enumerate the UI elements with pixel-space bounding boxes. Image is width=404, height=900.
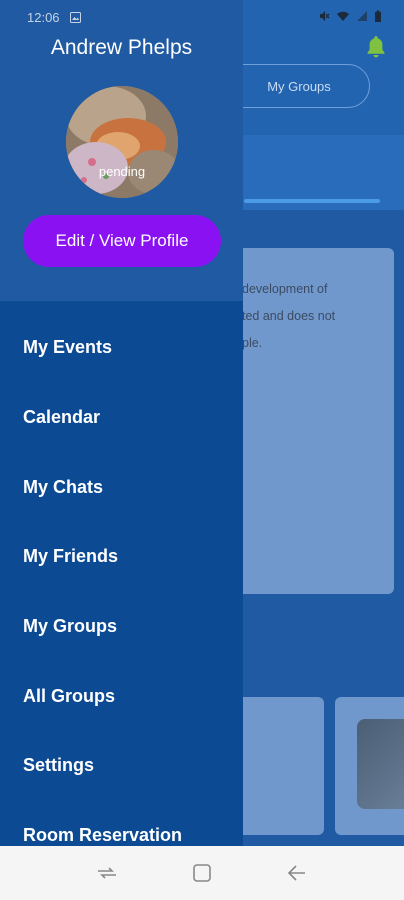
back-button[interactable]: [277, 853, 317, 893]
background-card[interactable]: development of ted and does not ple.: [228, 248, 394, 594]
menu-item-calendar[interactable]: Calendar: [0, 383, 243, 453]
home-button[interactable]: [182, 853, 222, 893]
recents-button[interactable]: [87, 853, 127, 893]
background-progress: [244, 199, 380, 203]
background-tile[interactable]: [335, 697, 404, 835]
drawer-header: Andrew Phelps pending Edit / View Profil…: [0, 0, 243, 301]
avatar-photo: [66, 86, 178, 198]
card-line: ple.: [242, 336, 263, 350]
signal-icon: [357, 11, 367, 21]
menu-item-my-friends[interactable]: My Friends: [0, 522, 243, 592]
menu-item-all-groups[interactable]: All Groups: [0, 661, 243, 731]
menu-item-my-groups[interactable]: My Groups: [0, 592, 243, 662]
system-nav-bar: [0, 846, 404, 900]
status-time: 12:06: [27, 10, 60, 25]
card-line: development of: [242, 282, 328, 296]
bell-icon[interactable]: [364, 34, 388, 60]
wifi-icon: [337, 11, 349, 21]
drawer-menu: My Events Calendar My Chats My Friends M…: [0, 313, 243, 846]
tile-thumbnail: [357, 719, 404, 809]
status-bar: 12:06: [0, 0, 404, 36]
edit-view-profile-button[interactable]: Edit / View Profile: [23, 215, 221, 267]
menu-item-settings[interactable]: Settings: [0, 731, 243, 801]
navigation-drawer: Andrew Phelps pending Edit / View Profil…: [0, 0, 243, 846]
user-name: Andrew Phelps: [50, 36, 193, 59]
mute-icon: [320, 11, 330, 21]
avatar-status: pending: [98, 164, 146, 179]
card-line: ted and does not: [242, 309, 336, 323]
back-icon: [287, 865, 305, 881]
recents-icon: [98, 867, 117, 879]
menu-item-my-chats[interactable]: My Chats: [0, 452, 243, 522]
battery-icon: [375, 10, 381, 22]
home-icon: [193, 864, 211, 882]
avatar[interactable]: pending: [66, 86, 178, 198]
status-icons: [318, 10, 382, 22]
menu-item-room-reservation[interactable]: Room Reservation: [0, 801, 243, 846]
image-notification-icon: [70, 12, 81, 23]
menu-item-my-events[interactable]: My Events: [0, 313, 243, 383]
